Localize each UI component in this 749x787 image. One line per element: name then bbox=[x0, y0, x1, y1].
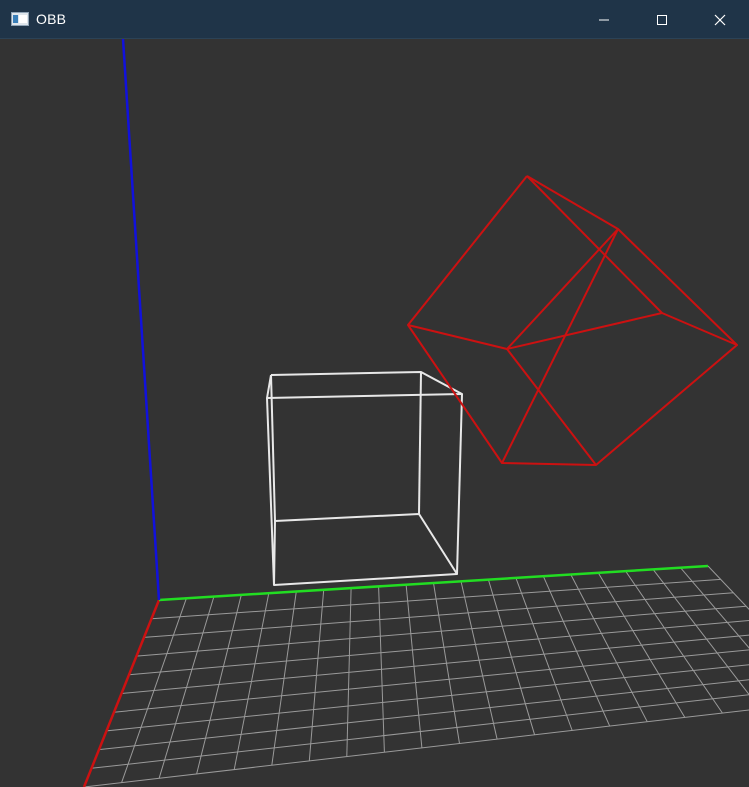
maximize-button[interactable] bbox=[633, 0, 691, 39]
window-controls bbox=[575, 0, 749, 39]
grid-line bbox=[128, 619, 749, 676]
axis-aligned-box bbox=[266, 371, 463, 586]
close-button[interactable] bbox=[691, 0, 749, 39]
aligned-box-bottom-face bbox=[273, 513, 458, 586]
axis-x bbox=[82, 599, 161, 787]
grid-line bbox=[113, 649, 749, 713]
minimize-icon bbox=[598, 14, 610, 26]
grid-line bbox=[151, 578, 721, 620]
axis-y bbox=[158, 564, 709, 602]
grid-line bbox=[121, 634, 749, 694]
window-title: OBB bbox=[36, 11, 67, 27]
scene-canvas[interactable] bbox=[0, 39, 749, 787]
application-window: OBB bbox=[0, 0, 749, 787]
axis-z bbox=[121, 39, 161, 601]
close-icon bbox=[714, 14, 726, 26]
obb-edge bbox=[526, 175, 663, 314]
3d-viewport[interactable] bbox=[0, 39, 749, 787]
aligned-box-edge bbox=[418, 371, 422, 515]
title-bar[interactable]: OBB bbox=[0, 0, 749, 39]
grid-line bbox=[83, 709, 749, 787]
oriented-bounding-box bbox=[407, 175, 738, 466]
aligned-box-top-face bbox=[266, 371, 463, 399]
obb-face bbox=[407, 312, 738, 350]
obb-edge bbox=[506, 228, 619, 350]
grid-line bbox=[143, 592, 734, 638]
grid-line bbox=[106, 664, 749, 732]
grid-line bbox=[98, 679, 749, 751]
app-icon bbox=[11, 12, 29, 26]
obb-edge bbox=[506, 348, 597, 466]
maximize-icon bbox=[656, 14, 668, 26]
minimize-button[interactable] bbox=[575, 0, 633, 39]
aligned-box-edge bbox=[456, 393, 463, 575]
